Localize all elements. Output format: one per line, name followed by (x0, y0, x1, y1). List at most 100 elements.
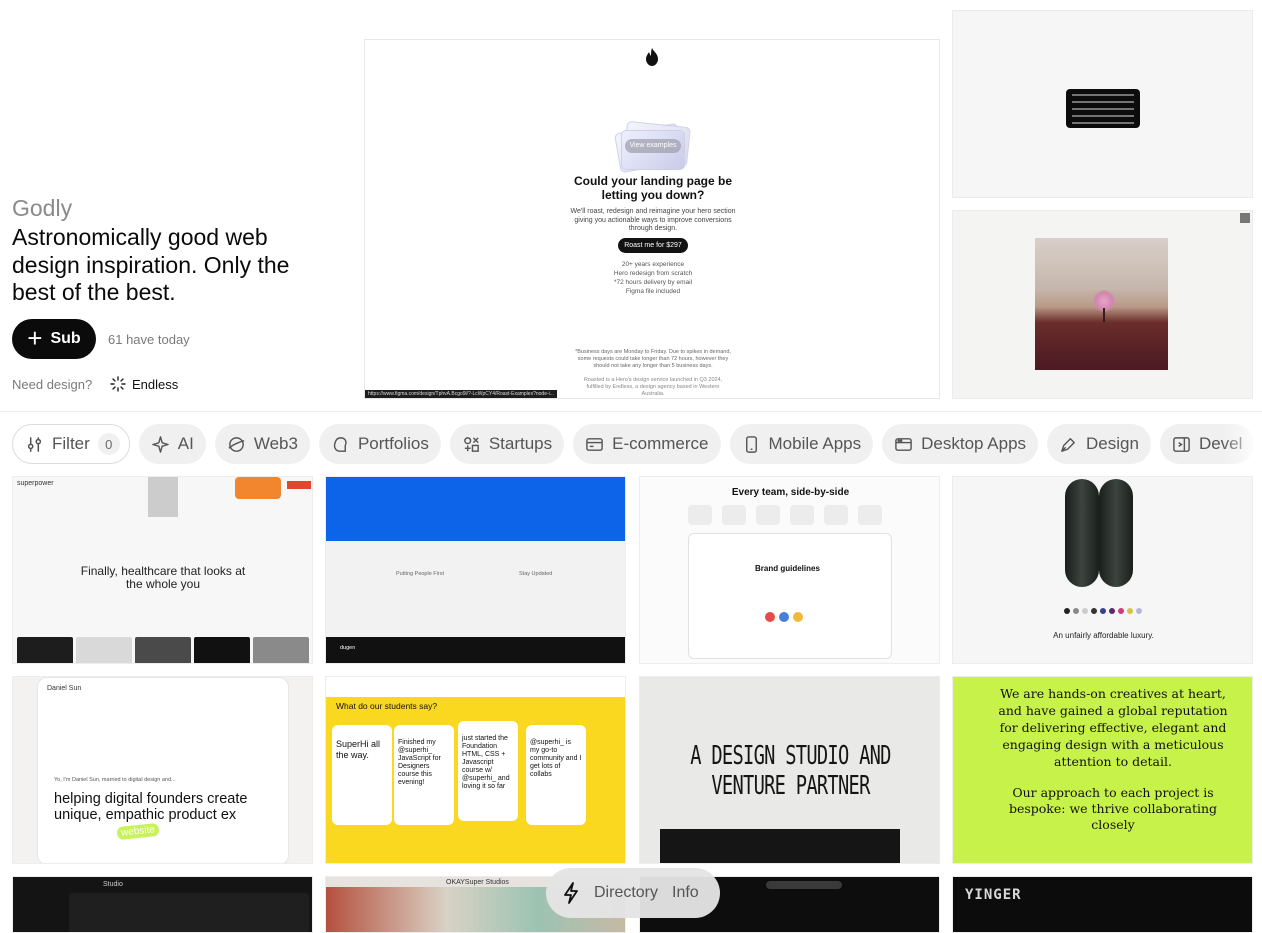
site-card[interactable]: Daniel Sun Yo, I'm Daniel Sun, married t… (12, 676, 313, 864)
site-card[interactable]: We are hands-on creatives at heart, and … (952, 676, 1253, 864)
app-window (69, 893, 309, 932)
site-nav (326, 677, 625, 697)
chip-mobile-apps[interactable]: Mobile Apps (729, 424, 874, 464)
testimonial-card: just started the Foundation HTML, CSS + … (458, 721, 518, 821)
window-icon (895, 437, 912, 451)
painting-image (1035, 238, 1168, 370)
need-design-label: Need design? (12, 377, 93, 392)
endless-logo-icon (110, 376, 126, 392)
view-examples-button[interactable]: View examples (625, 139, 681, 153)
site-card[interactable]: Every team, side-by-side Brand guideline… (639, 476, 940, 664)
chip-label: AI (177, 434, 194, 453)
lightning-icon[interactable] (562, 882, 580, 904)
chip-label: Web3 (253, 434, 298, 453)
product-image (235, 477, 281, 499)
shapes-icon (463, 436, 479, 452)
info-link[interactable]: Info (672, 884, 699, 902)
product-caption: An unfairly affordable luxury. (1053, 631, 1154, 640)
plus-icon: + (27, 323, 43, 353)
cta-button (287, 481, 311, 489)
site-card[interactable]: What do our students say? SuperHi all th… (325, 676, 626, 864)
chip-label: Startups (488, 434, 553, 453)
chip-design[interactable]: Design (1047, 424, 1151, 464)
corner-thumbnail (1240, 213, 1250, 223)
chip-label: Design (1086, 434, 1139, 453)
phone-icon (745, 435, 757, 453)
feature-item: Figma file included (625, 288, 681, 295)
site-headline: What do our students say? (336, 701, 438, 711)
subscriber-count: 61 have today (108, 332, 190, 347)
team-icons (688, 505, 882, 525)
site-thumbnail[interactable] (952, 10, 1253, 198)
color-swatches (1064, 608, 1142, 614)
chip-startups[interactable]: Startups (449, 424, 565, 464)
featured-footer: Roasted is a Hero's design service launc… (583, 377, 723, 397)
sparkle-icon (151, 435, 169, 453)
floating-nav: Directory Info (546, 868, 720, 918)
dark-footer (326, 637, 625, 663)
site-thumbnail[interactable] (952, 210, 1253, 399)
headphones-image (1065, 479, 1099, 587)
section-heading: Putting People First (396, 571, 444, 577)
code-icon (1173, 436, 1190, 452)
feature-item: Hero redesign from scratch (613, 270, 693, 277)
filter-label: Filter (52, 434, 90, 453)
filter-button[interactable]: Filter 0 (12, 424, 130, 464)
site-headline: helping digital founders create unique, … (54, 791, 248, 823)
testimonial-card: @superhi_ is my go-to community and I ge… (526, 725, 586, 825)
site-card[interactable]: YINGER (952, 876, 1253, 933)
site-card[interactable]: Studio (12, 876, 313, 933)
chip-web3[interactable]: Web3 (214, 424, 310, 464)
chip-desktop-apps[interactable]: Desktop Apps (882, 424, 1039, 464)
feature-list: 20+ years experience Hero redesign from … (603, 260, 703, 296)
tagline: Astronomically good web design inspirati… (12, 224, 290, 305)
site-logo: dugen (340, 645, 356, 651)
testimonial-card: Finished my @superhi_ JavaScript for Des… (394, 725, 454, 825)
image-strip (17, 637, 309, 663)
card-icon (586, 437, 603, 451)
chip-label: E-commerce (612, 434, 709, 453)
roast-cta-button[interactable]: Roast me for $297 (618, 238, 688, 253)
site-brand: Daniel Sun (47, 685, 82, 692)
featured-body: We'll roast, redesign and reimagine your… (570, 208, 736, 232)
brand-name[interactable]: Godly (12, 195, 72, 222)
site-paragraph: We are hands-on creatives at heart, and … (998, 686, 1228, 769)
endless-link[interactable]: Endless (110, 376, 178, 392)
category-filter-bar: Filter 0 AI Web3 Portfolios Startups E-c… (12, 424, 1262, 464)
feature-item: *72 hours delivery by email (613, 279, 693, 286)
chip-label: Mobile Apps (768, 434, 862, 453)
pen-icon (1061, 437, 1075, 452)
chip-ecommerce[interactable]: E-commerce (573, 424, 721, 464)
app-panel: Brand guidelines (688, 533, 892, 659)
blue-header (326, 477, 625, 541)
chip-ai[interactable]: AI (138, 424, 206, 464)
site-paragraph: Our approach to each project is bespoke:… (1008, 785, 1218, 832)
feature-item: 20+ years experience (621, 261, 685, 268)
site-card[interactable]: A DESIGN STUDIO AND VENTURE PARTNER (639, 676, 940, 864)
site-brand: superpower (17, 480, 54, 487)
chip-portfolios[interactable]: Portfolios (318, 424, 441, 464)
headphones-image (1099, 479, 1133, 587)
testimonial-card: SuperHi all the way. (332, 725, 392, 825)
site-card[interactable]: superpower Finally, healthcare that look… (12, 476, 313, 664)
site-headline: Every team, side-by-side (731, 487, 850, 498)
section-divider (0, 411, 1262, 412)
subscribe-button[interactable]: + Sub (12, 319, 96, 359)
featured-note: *Business days are Monday to Friday. Due… (575, 349, 731, 369)
chip-label: Desktop Apps (921, 434, 1027, 453)
portfolio-frame (37, 677, 289, 863)
product-image (148, 477, 178, 517)
portfolio-icon (333, 436, 347, 452)
site-title: OKAYSuper Studios (446, 879, 509, 886)
filter-bar-fade (1222, 424, 1262, 464)
site-headline: Finally, healthcare that looks at the wh… (80, 564, 246, 591)
section-heading: Stay Updated (519, 571, 553, 577)
endless-label: Endless (132, 376, 179, 392)
flame-logo-icon (646, 48, 658, 66)
featured-site-preview[interactable]: View examples Could your landing page be… (364, 39, 940, 399)
site-card[interactable]: Putting People First Stay Updated dugen (325, 476, 626, 664)
site-card[interactable]: An unfairly affordable luxury. (952, 476, 1253, 664)
doc-title: Brand guidelines (755, 564, 820, 573)
nav-pill (766, 881, 842, 889)
directory-link[interactable]: Directory (594, 884, 658, 902)
